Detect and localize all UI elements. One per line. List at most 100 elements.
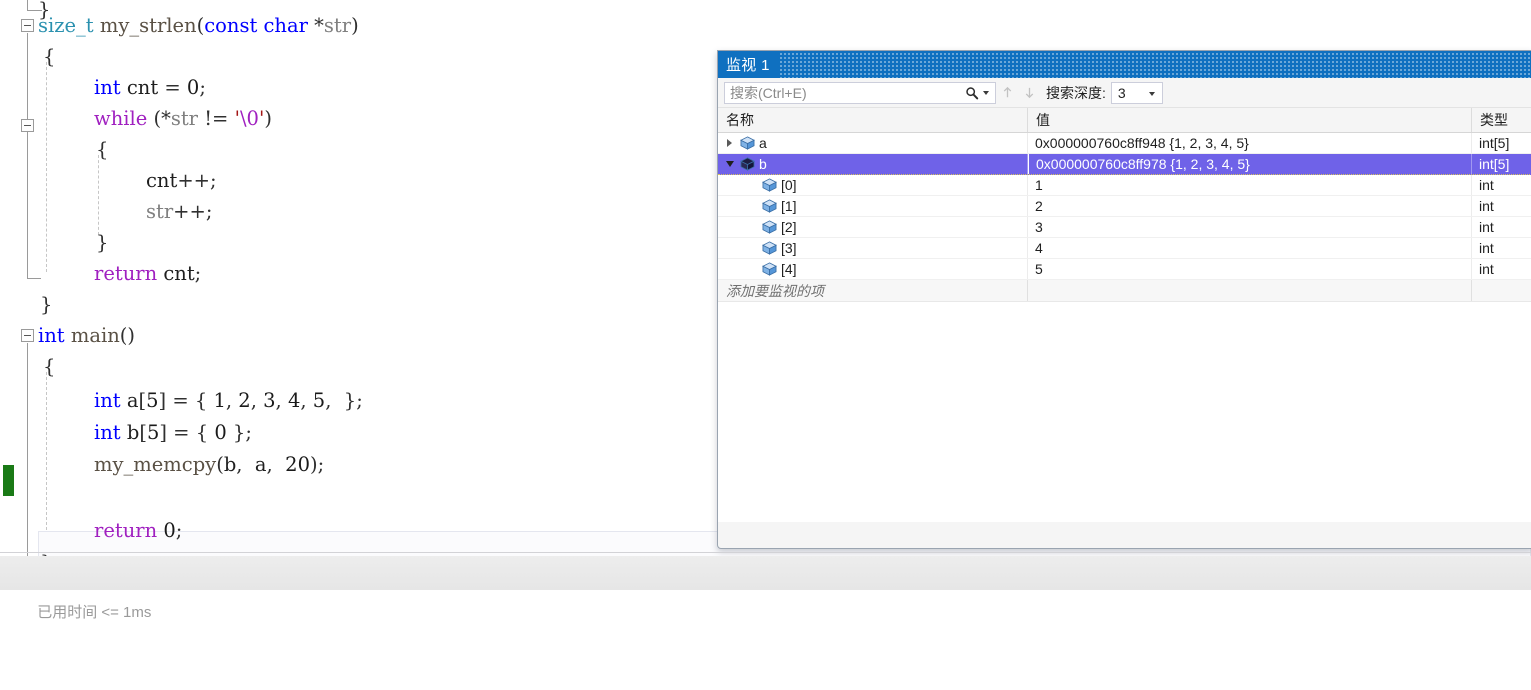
add-watch-item-value-cell[interactable] — [1028, 280, 1472, 301]
watch-empty-area[interactable] — [718, 302, 1531, 522]
code-token: ] = { — [158, 389, 214, 412]
table-row[interactable]: b 0x000000760c8ff978 {1, 2, 3, 4, 5} int[5… — [718, 154, 1531, 175]
watch-row-type: int[5] — [1479, 156, 1510, 172]
watch-row-name-cell[interactable]: [4] — [718, 259, 1028, 279]
code-token: cnt — [163, 262, 195, 285]
code-token: const — [204, 14, 258, 37]
watch-window[interactable]: 监视 1 搜索深度: — [717, 50, 1531, 549]
code-token: int — [94, 76, 121, 99]
code-token: () — [119, 324, 135, 347]
watch-toolbar[interactable]: 搜索深度: 3 — [718, 78, 1531, 108]
watch-row-type: int — [1479, 240, 1494, 256]
code-token: , — [236, 453, 255, 476]
code-token: , — [300, 389, 313, 412]
column-header-value[interactable]: 值 — [1028, 108, 1472, 132]
code-token: str — [170, 107, 198, 130]
code-line: my_memcpy(b, a, 20); — [0, 449, 324, 480]
code-token: , — [275, 389, 288, 412]
table-row[interactable]: a 0x000000760c8ff948 {1, 2, 3, 4, 5} int[5… — [718, 133, 1531, 154]
watch-row-type: int — [1479, 177, 1494, 193]
table-row[interactable]: [0] 1 int — [718, 175, 1531, 196]
code-token: { — [96, 138, 109, 161]
watch-row-value[interactable]: 0x000000760c8ff978 {1, 2, 3, 4, 5} — [1028, 154, 1472, 174]
watch-row-name: a — [759, 135, 767, 151]
watch-row-type: int[5] — [1479, 135, 1510, 151]
code-token: [ — [139, 421, 147, 444]
code-line: } — [0, 227, 108, 258]
search-input[interactable] — [725, 84, 961, 101]
code-token: str — [146, 200, 174, 223]
watch-row-name-cell[interactable]: [0] — [718, 175, 1028, 195]
code-token: my_strlen — [99, 14, 197, 37]
search-box[interactable] — [724, 81, 996, 104]
search-depth-chevron-down-icon[interactable] — [1148, 91, 1155, 96]
code-token: }; — [226, 421, 252, 444]
variable-cube-icon — [759, 199, 779, 213]
code-token: 3 — [263, 389, 276, 412]
code-token: 1 — [213, 389, 226, 412]
code-token: b — [126, 421, 140, 444]
expand-triangle-right-icon[interactable] — [722, 139, 737, 147]
table-row[interactable]: [2] 3 int — [718, 217, 1531, 238]
code-token: char — [263, 14, 308, 37]
search-options-chevron-down-icon[interactable] — [983, 90, 989, 95]
code-token: ++; — [173, 200, 213, 223]
watch-row-value[interactable]: 2 — [1028, 196, 1472, 216]
arrow-down-icon[interactable] — [1018, 82, 1040, 104]
watch-row-name-cell[interactable]: [2] — [718, 217, 1028, 237]
table-row[interactable]: [4] 5 int — [718, 259, 1531, 280]
watch-title-bar[interactable]: 监视 1 — [718, 51, 1531, 78]
watch-row-type: int — [1479, 261, 1494, 277]
code-line: cnt++; — [0, 165, 217, 196]
code-line: int b[5] = { 0 }; — [0, 417, 252, 448]
code-token: , — [266, 453, 286, 476]
search-icon[interactable] — [961, 83, 983, 103]
code-line: { — [0, 41, 55, 72]
watch-grid-header: 名称 值 类型 — [718, 108, 1531, 133]
code-token: , }; — [325, 389, 363, 412]
column-header-name[interactable]: 名称 — [718, 108, 1028, 132]
code-token: while — [94, 107, 148, 130]
collapse-triangle-down-icon[interactable] — [722, 161, 737, 167]
watch-row-name: b — [759, 156, 767, 172]
code-token: return — [94, 262, 158, 285]
watch-row-value[interactable]: 1 — [1028, 175, 1472, 195]
code-token: (* — [147, 107, 171, 130]
code-token: } — [96, 231, 109, 254]
watch-row-name: [2] — [781, 219, 797, 235]
code-token: cnt — [126, 76, 159, 99]
add-watch-item-row[interactable]: 添加要监视的项 — [718, 280, 1531, 302]
code-token: ++; — [177, 169, 217, 192]
code-token: 4 — [287, 389, 301, 412]
window-bottom-separator — [0, 552, 1531, 553]
watch-row-name-cell[interactable]: [1] — [718, 196, 1028, 216]
code-token: 5 — [146, 421, 160, 444]
table-row[interactable]: [3] 4 int — [718, 238, 1531, 259]
watch-row-value[interactable]: 0x000000760c8ff948 {1, 2, 3, 4, 5} — [1028, 133, 1472, 153]
code-token: 5 — [312, 389, 326, 412]
search-depth-combo[interactable]: 3 — [1110, 81, 1163, 104]
code-token: a — [254, 453, 267, 476]
watch-row-name-cell[interactable]: b — [718, 154, 1028, 174]
watch-row-name: [1] — [781, 198, 797, 214]
watch-row-name-cell[interactable]: [3] — [718, 238, 1028, 258]
code-token: ( — [216, 453, 224, 476]
table-row[interactable]: [1] 2 int — [718, 196, 1531, 217]
arrow-up-icon[interactable] — [996, 82, 1018, 104]
watch-row-value[interactable]: 4 — [1028, 238, 1472, 258]
watch-row-name-cell[interactable]: a — [718, 133, 1028, 153]
code-token: int — [94, 421, 121, 444]
code-token: 5 — [146, 389, 159, 412]
code-token: \0 — [239, 107, 259, 130]
column-header-type[interactable]: 类型 — [1472, 108, 1531, 132]
code-token: main — [70, 324, 120, 347]
code-token: str — [323, 14, 352, 37]
watch-row-value[interactable]: 3 — [1028, 217, 1472, 237]
variable-cube-icon — [759, 178, 779, 192]
add-watch-item-type-cell[interactable] — [1472, 280, 1531, 301]
watch-row-value[interactable]: 5 — [1028, 259, 1472, 279]
code-token: 20 — [285, 453, 310, 476]
watch-grid-body[interactable]: a 0x000000760c8ff948 {1, 2, 3, 4, 5} int[5… — [718, 133, 1531, 280]
add-watch-item-label: 添加要监视的项 — [718, 280, 1028, 301]
variable-cube-icon — [759, 241, 779, 255]
